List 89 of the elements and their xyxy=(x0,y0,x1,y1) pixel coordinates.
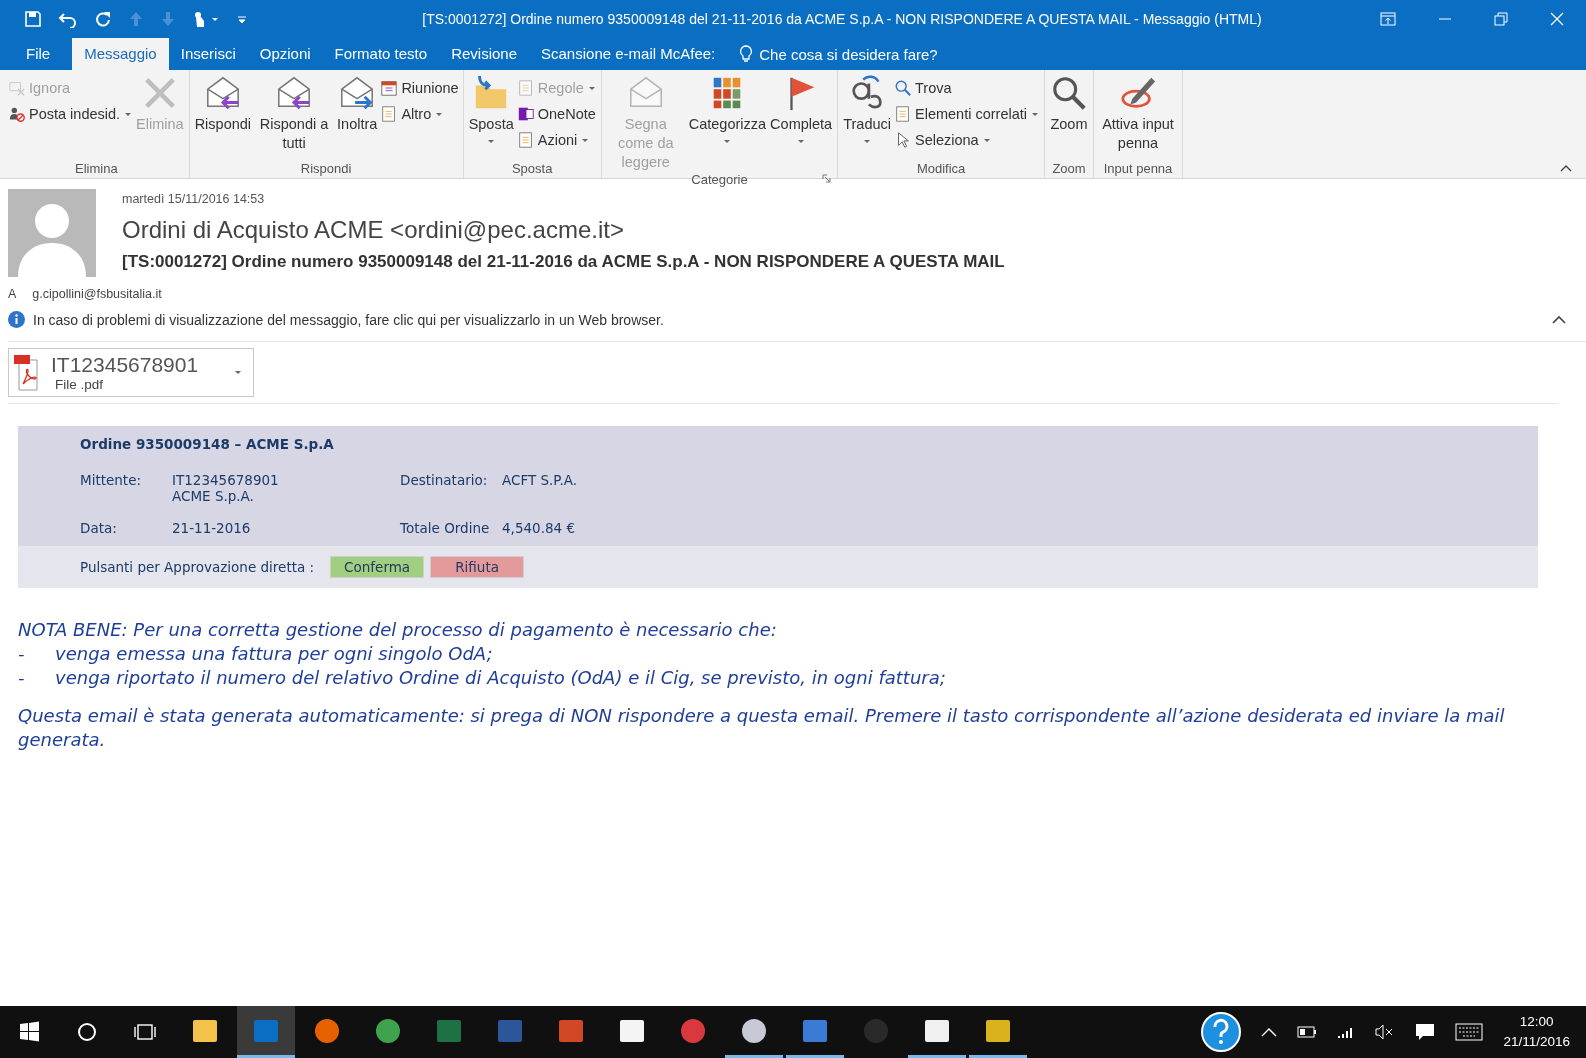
ribbon-button[interactable]: Elementi correlati xyxy=(894,104,1040,124)
sender-name[interactable]: Ordini di Acquisto ACME <ordini@pec.acme.it> xyxy=(122,216,1005,244)
note-item: venga riportato il numero del relativo Ordine di Acquisto (OdA) e il Cig, se previsto, in ogni fattura; xyxy=(55,666,946,690)
ribbon-display-icon[interactable] xyxy=(1380,12,1396,26)
document-icon xyxy=(894,105,912,123)
note-item: venga emessa una fattura per ogni singolo OdA; xyxy=(55,642,493,666)
ribbon-button[interactable]: Seleziona xyxy=(894,130,1040,150)
ribbon-button[interactable]: Zoom xyxy=(1049,74,1089,158)
group-label: Sposta xyxy=(511,160,553,176)
window-title: [TS:0001272] Ordine numero 9350009148 del 21-11-2016 da ACME S.p.A - NON RISPONDERE A QUESTA MAIL - Messaggio (HTML) xyxy=(421,11,1263,27)
ribbon-button[interactable]: Rispondi a tutti xyxy=(254,74,335,158)
to-label: A xyxy=(8,287,17,301)
redo-icon[interactable] xyxy=(94,10,112,28)
lightbulb-icon xyxy=(739,45,754,63)
ribbon-button[interactable]: Posta indesid. xyxy=(8,104,134,124)
battery-icon[interactable] xyxy=(1297,1026,1318,1038)
ribbon-tab[interactable]: Scansione e-mail McAfee: xyxy=(529,38,728,70)
field-label: Mittente: xyxy=(80,472,142,490)
chevron-up-icon[interactable] xyxy=(1261,1027,1278,1037)
field-label: Destinatario: xyxy=(400,472,489,490)
clock-time[interactable]: 12:00 xyxy=(1519,1012,1554,1032)
ribbon-button[interactable]: Altro xyxy=(380,104,459,124)
document-icon xyxy=(516,131,535,149)
clock-date[interactable]: 21/11/2016 xyxy=(1503,1032,1570,1052)
tell-me-field[interactable]: Che cosa si desidera fare? xyxy=(759,45,990,63)
approval-button[interactable]: Conferma xyxy=(330,556,425,578)
caret-icon[interactable] xyxy=(235,371,241,374)
message-subject: [TS:0001272] Ordine numero 9350009148 del 21-11-2016 da ACME S.p.A - NON RISPONDERE A QUESTA MAIL xyxy=(122,252,1005,272)
recipient[interactable]: g.cipollini@fsbusitalia.it xyxy=(32,287,162,301)
ribbon-button[interactable]: Sposta xyxy=(467,74,515,158)
note-closing: Questa email è stata generata automaticamente: si prega di NON rispondere a questa email. Premere il tasto corrispondente all’azione desiderata ed inviare la mail generata. xyxy=(18,704,1506,752)
order-title: Ordine 9350009148 – ACME S.p.A xyxy=(80,436,335,452)
note-intro: NOTA BENE: Per una corretta gestione del processo di pagamento è necessario che: xyxy=(18,618,778,642)
restore-icon[interactable] xyxy=(1494,12,1508,26)
calendar-icon xyxy=(380,79,399,97)
field-value: ACFT S.P.A. xyxy=(502,472,578,488)
group-label: Elimina xyxy=(75,160,118,176)
ribbon-button[interactable]: Azioni xyxy=(516,130,597,150)
notification-icon[interactable] xyxy=(1415,1023,1436,1041)
field-value: 21-11-2016 xyxy=(172,520,252,536)
message-date: martedì 15/11/2016 14:53 xyxy=(122,192,266,206)
collapse-header-icon[interactable] xyxy=(1552,315,1566,324)
ribbon-button[interactable]: OneNote xyxy=(516,104,597,124)
onenote-icon xyxy=(516,105,535,123)
group-label: Zoom xyxy=(1052,160,1086,176)
info-icon xyxy=(8,311,25,328)
ribbon-button[interactable]: Categorizza xyxy=(687,74,768,172)
group-label: Categorie xyxy=(691,172,748,187)
zoom-icon xyxy=(1050,74,1088,112)
dialog-launcher-icon[interactable] xyxy=(822,174,832,183)
attachment-name: IT12345678901 xyxy=(51,353,199,377)
junk-mail-icon xyxy=(8,105,26,123)
field-label: Totale Ordine xyxy=(400,520,491,536)
field-value: IT12345678901 xyxy=(172,472,280,488)
ribbon-button[interactable]: Completa xyxy=(769,74,834,172)
ribbon-tab[interactable]: Inserisci xyxy=(168,38,248,70)
ribbon-tab[interactable]: Revisione xyxy=(439,38,529,70)
approval-button[interactable]: Rifiuta xyxy=(430,556,525,578)
ignore-icon xyxy=(8,79,26,97)
list-bullet: - xyxy=(18,642,26,666)
search-icon xyxy=(894,79,912,97)
keyboard-icon[interactable] xyxy=(1455,1023,1484,1041)
group-label: Input penna xyxy=(1103,160,1173,176)
field-value: 4,540.84 € xyxy=(502,520,576,536)
close-icon[interactable] xyxy=(1550,12,1564,26)
attachment-card[interactable]: IT12345678901 File .pdf xyxy=(8,348,254,397)
ribbon-button[interactable]: Attiva input penna xyxy=(1098,74,1178,158)
save-icon[interactable] xyxy=(24,10,42,28)
approval-label: Pulsanti per Approvazione diretta : xyxy=(80,559,315,575)
field-value: ACME S.p.A. xyxy=(172,488,255,504)
attachment-type: File .pdf xyxy=(55,377,105,392)
undo-icon[interactable] xyxy=(58,10,78,28)
ribbon-tab[interactable]: Messaggio xyxy=(72,38,169,70)
ribbon-button[interactable]: Trova xyxy=(894,78,1040,98)
group-label: Rispondi xyxy=(300,160,352,176)
ribbon-button[interactable]: Riunione xyxy=(380,78,459,98)
help-icon[interactable] xyxy=(1201,1012,1242,1052)
ribbon-button[interactable]: Inoltra xyxy=(336,74,379,158)
ribbon-button[interactable]: Traduci xyxy=(842,74,892,158)
list-bullet: - xyxy=(18,666,26,690)
group-label: Modifica xyxy=(916,160,966,176)
ribbon-tab[interactable]: File xyxy=(12,38,73,70)
ribbon-tab[interactable]: Opzioni xyxy=(247,38,323,70)
touch-icon[interactable] xyxy=(192,10,220,28)
collapse-ribbon-icon[interactable] xyxy=(1560,164,1572,172)
ribbon-button[interactable]: Rispondi xyxy=(193,74,253,158)
info-bar-message[interactable]: In caso di problemi di visualizzazione del messaggio, fare clic qui per visualizzarlo in un Web browser. xyxy=(33,311,664,328)
ribbon-tab[interactable]: Formato testo xyxy=(322,38,440,70)
field-label: Data: xyxy=(80,520,118,536)
